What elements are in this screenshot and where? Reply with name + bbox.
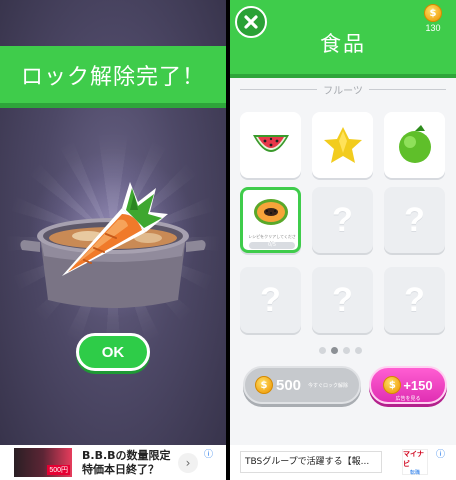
coin-symbol: $ xyxy=(429,7,437,19)
item-tile-starfruit[interactable] xyxy=(312,112,373,178)
locked-question-icon: ? xyxy=(404,200,425,239)
coin-balance: $ 130 xyxy=(418,4,448,33)
unlock-complete-screen: ロック解除完了！ OK xyxy=(0,0,226,480)
chevron-right-icon[interactable]: › xyxy=(178,453,198,473)
coin-symbol: $ xyxy=(388,379,396,391)
locked-question-icon: ? xyxy=(260,280,281,319)
item-tile-lime[interactable] xyxy=(384,112,445,178)
ad-banner-left[interactable]: 500円 B.B.Bの数量限定 特価本日終了？ › ⓘ xyxy=(0,445,226,480)
unlock-complete-title: ロック解除完了！ xyxy=(20,64,205,90)
watermelon-icon xyxy=(252,135,289,152)
coin-count: 130 xyxy=(425,23,441,33)
item-tile-locked[interactable]: ? xyxy=(312,187,373,253)
papaya-progress-bar: 0/5 xyxy=(249,242,295,249)
item-tile-locked[interactable]: ? xyxy=(312,267,373,333)
ad-thumb-price: 500円 xyxy=(47,465,70,475)
coin-icon: $ xyxy=(424,4,442,22)
unlock-now-button[interactable]: $ 500 今すぐロック解除 xyxy=(243,366,361,404)
coin-icon: $ xyxy=(383,376,402,394)
unlock-price: 500 xyxy=(276,376,302,394)
ad-info-icon[interactable]: ⓘ xyxy=(204,447,213,460)
ad-thumbnail: 500円 xyxy=(14,448,72,477)
divider-line xyxy=(368,88,446,90)
item-tile-watermelon[interactable] xyxy=(240,112,301,178)
item-tile-locked[interactable]: ? xyxy=(384,267,445,333)
ad-text: TBSグループで活躍する【報... xyxy=(240,451,382,473)
locked-question-icon: ? xyxy=(332,280,353,319)
ad-logo-top: マイナビ xyxy=(403,449,424,468)
watch-ad-button[interactable]: $ +150 広告を見る xyxy=(369,366,447,404)
item-tile-locked[interactable]: ? xyxy=(384,187,445,253)
ad-logo: マイナビ 転職 xyxy=(402,449,428,476)
ad-banner-right[interactable]: TBSグループで活躍する【報... マイナビ 転職 ⓘ xyxy=(230,445,456,480)
ad-logo-bottom: 転職 xyxy=(409,469,420,476)
page-dot[interactable] xyxy=(343,347,350,354)
item-tile-locked[interactable]: ? xyxy=(240,267,301,333)
ad-reward-amount: +150 xyxy=(403,377,433,393)
section-header: フルーツ xyxy=(240,82,446,97)
ad-text: B.B.Bの数量限定 特価本日終了？ xyxy=(82,449,171,477)
coin-symbol: $ xyxy=(260,379,268,391)
page-dot[interactable] xyxy=(355,347,362,354)
page-dot[interactable] xyxy=(319,347,326,354)
papaya-progress-label: 0/5 xyxy=(267,242,277,248)
locked-question-icon: ? xyxy=(332,200,353,239)
ad-sub-label: 広告を見る xyxy=(395,396,421,402)
carrot-icon xyxy=(62,182,168,276)
starfruit-icon xyxy=(323,127,362,163)
unlock-sub-label: 今すぐロック解除 xyxy=(308,382,349,389)
page-dot[interactable] xyxy=(331,347,338,354)
header: 食品 $ 130 xyxy=(230,0,456,78)
unlock-complete-banner: ロック解除完了！ xyxy=(0,46,226,108)
coin-icon: $ xyxy=(255,376,273,394)
divider-line xyxy=(240,88,318,90)
ad-info-icon[interactable]: ⓘ xyxy=(436,447,445,460)
papaya-icon xyxy=(254,199,288,225)
section-label: フルーツ xyxy=(323,85,363,97)
ok-button[interactable]: OK xyxy=(76,333,150,371)
locked-question-icon: ? xyxy=(404,280,425,319)
lime-icon xyxy=(398,125,431,163)
page-indicator xyxy=(319,347,362,354)
food-collection-screen: 食品 $ 130 フルーツ レシピをクリアしてくださ 0/5 ? ? ? ? ?… xyxy=(230,0,456,480)
item-tile-papaya[interactable]: レシピをクリアしてください 0/5 xyxy=(240,187,301,253)
ad-line-1: B.B.Bの数量限定 xyxy=(82,449,171,462)
ok-button-label: OK xyxy=(101,343,125,361)
ad-line-2: 特価本日終了？ xyxy=(82,463,159,476)
